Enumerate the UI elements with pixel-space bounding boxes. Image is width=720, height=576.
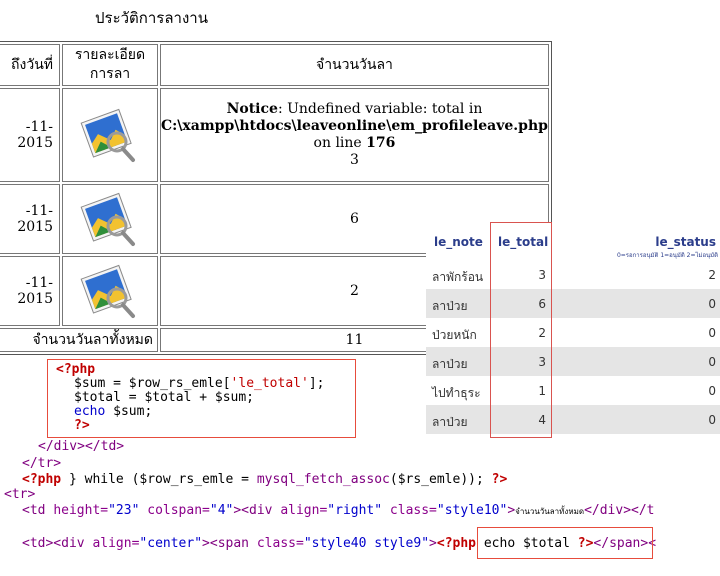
status-hint: 0=รอการอนุมัติ 1=อนุมัติ 2=ไม่อนุมัติ <box>616 252 718 259</box>
header-leave-detail: รายละเอียด การลา <box>62 44 158 86</box>
code-line-php-close: ?> <box>74 418 90 433</box>
code-line-while: <?php } while ($row_rs_emle = mysql_fetc… <box>22 472 508 487</box>
code-line-close-div: </div></td> <box>38 439 125 454</box>
image-detail-icon[interactable] <box>77 102 143 168</box>
db-row: ลาป่วย 3 0 <box>426 347 720 376</box>
header-end-date: ถึงวันที่ <box>0 44 60 86</box>
db-row: ไปทำธุระ 1 0 <box>426 376 720 405</box>
db-row: ป่วยหนัก 2 0 <box>426 318 720 347</box>
le-total-highlight-box <box>490 222 552 438</box>
detail-image-cell[interactable] <box>62 256 158 326</box>
column-le-status[interactable]: le_status <box>655 235 716 249</box>
code-line-open-tr: <tr> <box>4 487 36 502</box>
code-line-close-tr: </tr> <box>22 456 62 471</box>
days-value: 3 <box>350 152 359 168</box>
db-row: ลาป่วย 4 0 <box>426 405 720 434</box>
header-leave-days: จำนวนวันลา <box>160 44 549 86</box>
detail-image-cell[interactable] <box>62 184 158 254</box>
echo-total-highlight-box <box>477 527 653 559</box>
image-detail-icon[interactable] <box>77 186 143 252</box>
column-le-note[interactable]: le_note <box>434 235 483 249</box>
detail-image-cell[interactable] <box>62 88 158 182</box>
end-date-cell: -11-2015 <box>0 88 60 182</box>
db-result-panel: le_note le_total le_status 0=รอการอนุมัต… <box>426 223 720 440</box>
code-line-total: $total = $total + $sum; <box>74 390 255 405</box>
table-header-row: ถึงวันที่ รายละเอียด การลา จำนวนวันลา <box>0 44 549 86</box>
code-line-echo: echo $sum; <box>74 404 153 419</box>
code-line-sum: $sum = $row_rs_emle['le_total']; <box>74 376 325 391</box>
image-detail-icon[interactable] <box>77 258 143 324</box>
days-cell-with-notice: Notice: Undefined variable: total in C:\… <box>160 88 549 182</box>
table-row: -11-2015 Notice: Undefined variable: tot… <box>0 88 549 182</box>
page-title: ประวัติการลางาน <box>95 9 208 27</box>
db-header: le_note le_total le_status 0=รอการอนุมัต… <box>426 223 720 261</box>
total-label: จำนวนวันลาทั้งหมด <box>0 328 158 352</box>
code-line-total-label-cell: <td height="23" colspan="4"><div align="… <box>22 503 655 518</box>
end-date-cell: -11-2015 <box>0 256 60 326</box>
db-row: ลาป่วย 6 0 <box>426 289 720 318</box>
code-line-php-open: <?php <box>56 362 96 377</box>
db-row: ลาพักร้อน 3 2 <box>426 260 720 289</box>
end-date-cell: -11-2015 <box>0 184 60 254</box>
